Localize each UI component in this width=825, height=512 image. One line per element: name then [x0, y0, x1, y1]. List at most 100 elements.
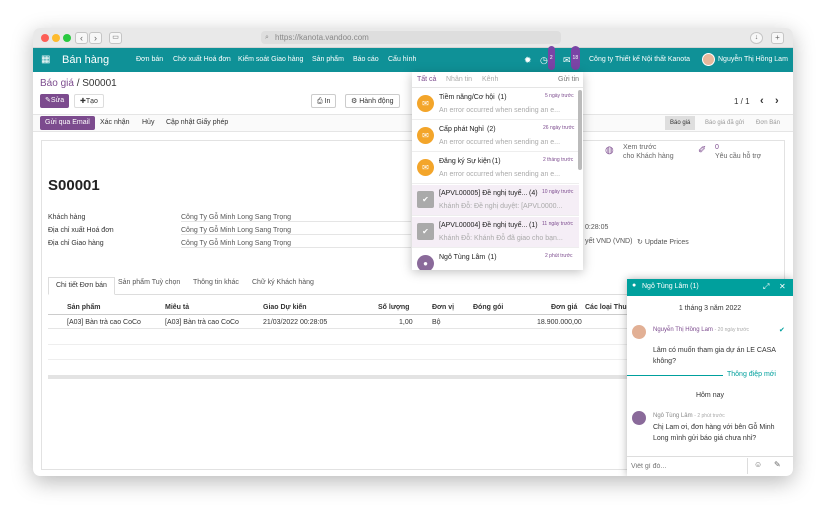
message-input[interactable]	[631, 460, 743, 472]
pager-previous-icon[interactable]: ‹	[760, 95, 764, 107]
notif-item[interactable]: ✉ Tiềm năng/Cơ hội (1) 5 ngày trước An e…	[412, 89, 579, 120]
support-ticket-button[interactable]: 0 Yêu cầu hỗ trợ	[715, 143, 761, 161]
customer-field[interactable]: Công Ty Gỗ Minh Long Sang Trọng	[181, 214, 411, 222]
tab-other-info[interactable]: Thông tin khác	[193, 279, 239, 286]
message-time: - 2 phút trước	[694, 413, 725, 419]
tab-order-lines[interactable]: Chi tiết Đơn bán	[48, 277, 115, 295]
close-window-icon[interactable]	[41, 34, 49, 42]
cancel-button[interactable]: Hủy	[137, 116, 159, 130]
notif-scrollbar[interactable]	[578, 90, 582, 170]
refresh-icon: ↻	[637, 239, 645, 246]
menu-products[interactable]: Sản phẩm	[312, 48, 344, 72]
debug-bug-icon[interactable]: ✹	[524, 48, 532, 72]
expand-icon[interactable]: ⤢	[763, 282, 769, 292]
envelope-icon: ✉	[417, 95, 434, 112]
menu-configuration[interactable]: Cấu hình	[388, 48, 416, 72]
maximize-window-icon[interactable]	[63, 34, 71, 42]
stage-sales-order[interactable]: Đơn Bán	[751, 116, 785, 130]
menu-reporting[interactable]: Báo cáo	[353, 48, 379, 72]
update-prices-button[interactable]: ↻ Update Prices	[637, 238, 689, 246]
attachment-icon[interactable]: ✎	[774, 460, 781, 469]
pager-value[interactable]: 1 / 1	[734, 97, 750, 106]
menu-sales-orders[interactable]: Đơn bán	[136, 48, 163, 72]
col-taxes[interactable]: Các loại Thuế	[585, 304, 631, 311]
tab-customer-signature[interactable]: Chữ ký Khách hàng	[252, 279, 314, 286]
edit-button[interactable]: ✎Sửa	[40, 94, 70, 108]
col-description[interactable]: Miêu tả	[165, 304, 189, 311]
author-avatar	[632, 411, 646, 425]
lines-header	[48, 302, 629, 315]
message-author[interactable]: Nguyễn Thị Hồng Lam - 20 ngày trước	[653, 327, 749, 333]
notif-tab-channels[interactable]: Kênh	[482, 76, 498, 83]
menu-to-invoice[interactable]: Chờ xuất Hoá đơn	[173, 48, 231, 72]
pager-next-icon[interactable]: ›	[775, 95, 779, 107]
action-button[interactable]: ⚙ Hành động	[345, 94, 400, 108]
back-icon[interactable]: ‹	[75, 32, 88, 44]
close-icon[interactable]: ✕	[779, 282, 786, 291]
action-label: Hành động	[359, 98, 394, 105]
apps-menu-icon[interactable]: ▦	[41, 48, 50, 72]
invoice-address-field[interactable]: Công Ty Gỗ Minh Long Sang Trọng	[181, 227, 411, 235]
address-bar[interactable]: ⌕ https://kanota.vandoo.com	[261, 31, 561, 44]
notif-item[interactable]: ✉ Đăng ký Sự kiện (1) 2 tháng trước An e…	[412, 153, 579, 184]
message-author-name: Ngô Tùng Lâm	[653, 413, 693, 419]
row-uom[interactable]: Bộ	[432, 319, 441, 326]
row-unit-price[interactable]: 18.900.000,00	[537, 319, 582, 326]
emoji-icon[interactable]: ☺	[754, 460, 762, 469]
download-icon[interactable]: ↓	[750, 32, 763, 44]
stage-quotation-sent[interactable]: Báo giá đã gửi	[700, 116, 749, 130]
confirm-button[interactable]: Xác nhận	[95, 116, 135, 130]
search-icon: ⌕	[265, 34, 269, 41]
notif-tab-messages[interactable]: Nhân tin	[446, 76, 472, 83]
row-quantity[interactable]: 1,00	[399, 319, 413, 326]
add-tab-icon[interactable]: +	[771, 32, 784, 44]
notif-item[interactable]: ✔ [APVL00005] Đề nghị tuyể... (4) 10 ngà…	[412, 185, 579, 216]
col-product[interactable]: Sản phẩm	[67, 304, 100, 311]
forward-icon[interactable]: ›	[89, 32, 102, 44]
user-avatar[interactable]	[702, 53, 715, 66]
row-product[interactable]: [A03] Bàn trà cao CoCo	[67, 319, 141, 326]
table-scrollbar[interactable]	[48, 375, 629, 379]
col-quantity[interactable]: Số lượng	[378, 304, 409, 311]
col-packaging[interactable]: Đóng gói	[473, 304, 503, 311]
row-delivery-date[interactable]: 21/03/2022 00:28:05	[263, 319, 327, 326]
user-menu[interactable]: Nguyễn Thị Hồng Lam	[718, 48, 788, 72]
activity-icon[interactable]: ◷ 2	[540, 46, 555, 72]
main-navbar: ▦ Bán hàng Đơn bán Chờ xuất Hoá đơn Kiểm…	[33, 46, 793, 72]
row-description[interactable]: [A03] Bàn trà cao CoCo	[165, 319, 239, 326]
notif-preview: An error occurred when sending an e...	[439, 171, 561, 178]
messaging-icon[interactable]: ✉ 18	[563, 46, 581, 72]
message-author[interactable]: Ngô Tùng Lâm - 2 phút trước	[653, 413, 725, 419]
tab-optional-products[interactable]: Sản phẩm Tuỳ chọn	[118, 279, 180, 286]
notif-title: Tiềm năng/Cơ hội	[439, 94, 495, 101]
minimize-window-icon[interactable]	[52, 34, 60, 42]
col-unit-price[interactable]: Đơn giá	[551, 304, 577, 311]
update-license-button[interactable]: Cập nhật Giấy phép	[161, 116, 233, 130]
company-switcher[interactable]: Công ty Thiết kế Nội thất Kanota	[589, 48, 690, 72]
envelope-icon: ✉	[417, 127, 434, 144]
notif-item[interactable]: ✉ Cấp phát Nghỉ (2) 26 ngày trước An err…	[412, 121, 579, 152]
stage-quotation[interactable]: Báo giá	[665, 116, 696, 130]
read-check-icon: ✔	[779, 327, 785, 334]
delivery-address-field[interactable]: Công Ty Gỗ Minh Long Sang Trọng	[181, 240, 411, 248]
chat-header[interactable]: ● Ngô Tùng Lâm (1) ⤢ ✕	[627, 279, 793, 296]
notif-item[interactable]: ✔ [APVL00004] Đề nghị tuyể... (1) 11 ngà…	[412, 217, 579, 248]
print-button[interactable]: ⎙ In	[311, 94, 337, 108]
breadcrumb-parent[interactable]: Báo giá	[40, 78, 74, 89]
sidebar-toggle-icon[interactable]: ▭	[109, 32, 122, 44]
col-delivery-date[interactable]: Giao Dự kiến	[263, 304, 307, 311]
col-uom[interactable]: Đơn vị	[432, 304, 454, 311]
notif-new-message[interactable]: Gửi tin	[558, 76, 579, 83]
create-button[interactable]: ✚Tạo	[74, 94, 104, 108]
app-name[interactable]: Bán hàng	[62, 48, 109, 72]
send-email-button[interactable]: Gửi qua Email	[40, 116, 95, 130]
notif-tab-all[interactable]: Tất cả	[417, 76, 436, 83]
quotation-date-field[interactable]: 0:28:05	[585, 224, 608, 231]
approval-icon: ✔	[417, 191, 434, 208]
menu-delivery-control[interactable]: Kiểm soát Giao hàng	[238, 48, 303, 72]
breadcrumb-current: S00001	[82, 78, 117, 89]
notif-item[interactable]: ● Ngô Tùng Lâm (1) 2 phút trước	[412, 249, 579, 270]
notif-preview: An error occurred when sending an e...	[439, 107, 561, 114]
customer-preview-button[interactable]: Xem trước cho Khách hàng	[623, 143, 674, 161]
pricelist-field[interactable]: yết VND (VND)	[585, 238, 632, 245]
